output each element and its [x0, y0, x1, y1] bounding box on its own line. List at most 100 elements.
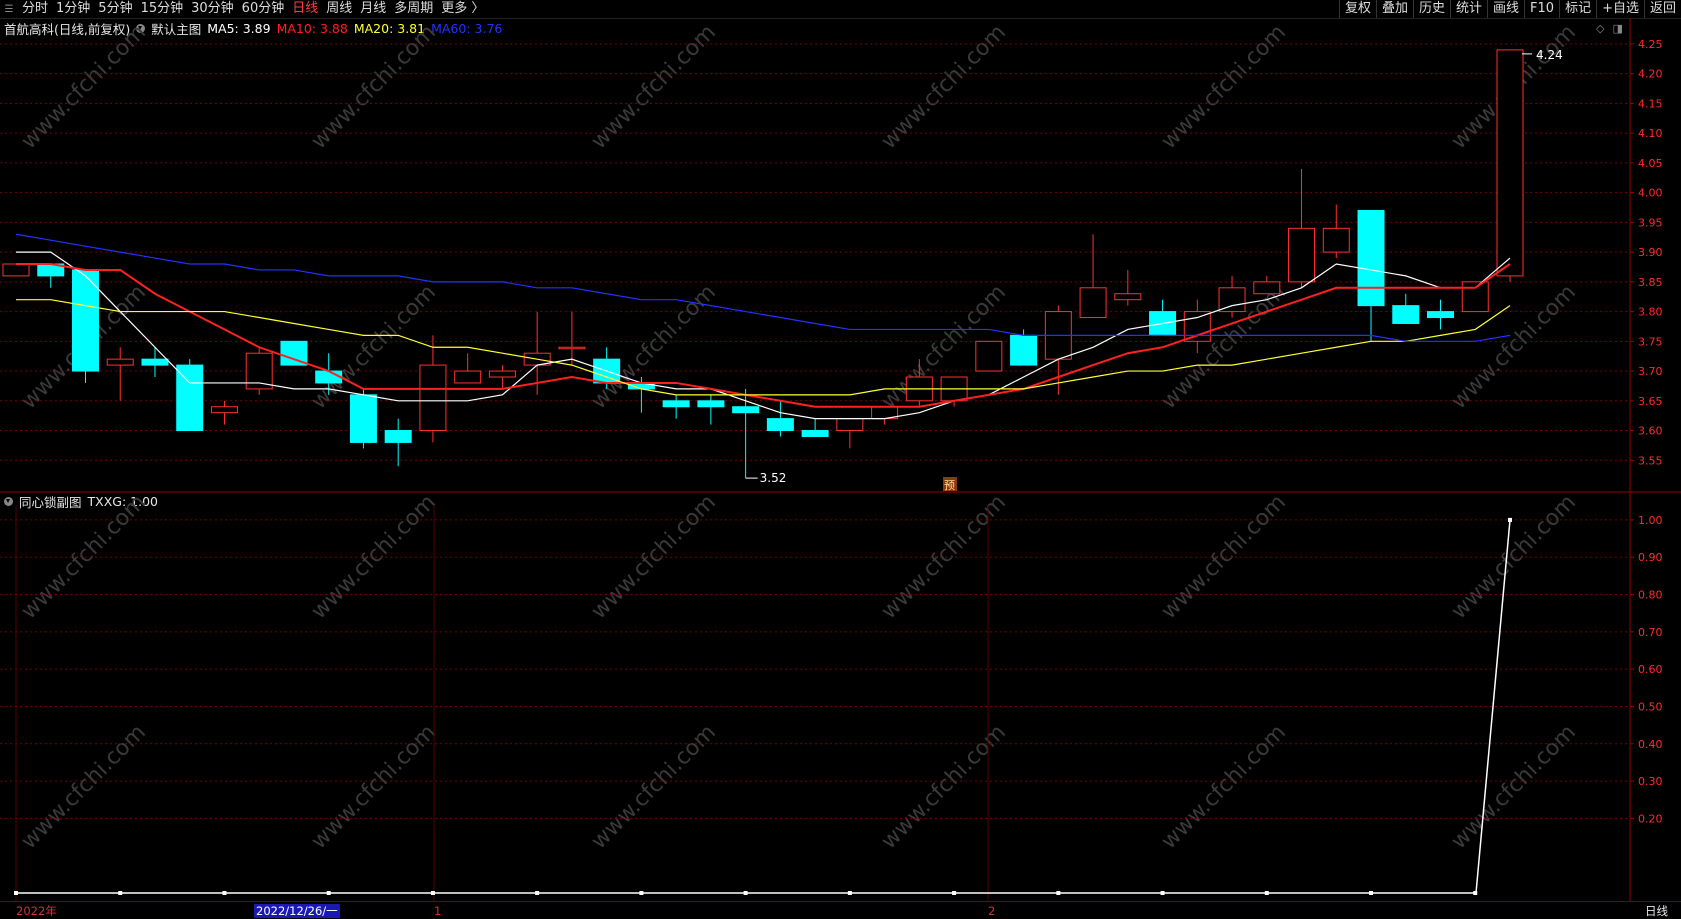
sub-tick-label: 0.70 — [1638, 626, 1663, 639]
candle-body — [1079, 287, 1107, 319]
toolbar-button[interactable]: +自选 — [1596, 0, 1644, 18]
watermark-text: www.cfchi.com — [1157, 490, 1291, 624]
ma-line-ma10 — [16, 263, 1511, 408]
ma20-value: MA20: 3.81 — [353, 20, 426, 36]
period-tab[interactable]: 1分钟 — [52, 0, 94, 18]
txxg-marker — [1264, 891, 1269, 895]
txxg-marker — [1160, 891, 1165, 895]
candle-body — [1149, 311, 1177, 336]
candle-body — [1183, 311, 1211, 342]
toolbar-actions: 复权 叠加 历史 统计 画线 F10 标记 +自选 返回 — [1338, 0, 1681, 18]
price-tick-label: 4.05 — [1638, 157, 1663, 170]
forecast-badge — [943, 477, 957, 491]
watermark-text: www.cfchi.com — [17, 280, 151, 414]
ma-line-ma60 — [15, 233, 1511, 342]
watermark-text: www.cfchi.com — [307, 20, 441, 154]
candle-body — [176, 364, 204, 432]
toolbar-button[interactable]: 标记 — [1559, 0, 1596, 18]
sub-indicator-dropdown-icon[interactable] — [4, 496, 13, 506]
txxg-marker — [535, 891, 540, 895]
watermark-text: www.cfchi.com — [877, 20, 1011, 154]
stock-title: 首航高科(日线,前复权) — [4, 21, 131, 37]
sub-tick-label: 0.40 — [1638, 738, 1663, 751]
price-tick-label: 3.55 — [1638, 454, 1663, 467]
period-tab[interactable]: 日线 — [288, 0, 322, 18]
candle-body — [210, 406, 238, 414]
candle-body — [71, 269, 99, 372]
txxg-marker — [743, 891, 748, 895]
candle-body — [1114, 293, 1142, 301]
candle-body — [488, 370, 516, 378]
watermark-text: www.cfchi.com — [1447, 720, 1581, 854]
toolbar-button[interactable]: 画线 — [1487, 0, 1524, 18]
txxg-marker — [118, 891, 123, 895]
candle-body — [1044, 311, 1072, 360]
candle-body — [1218, 287, 1246, 313]
chart-canvas: www.cfchi.com www.cfchi.com www.cfchi.com w… — [0, 18, 1681, 901]
candle-body — [280, 340, 308, 366]
txxg-marker — [847, 891, 852, 895]
toolbar-button[interactable]: 统计 — [1450, 0, 1487, 18]
menu-icon[interactable]: ☰ — [0, 0, 18, 18]
period-toolbar: ☰ 分时 1分钟 5分钟 15分钟 30分钟 60分钟 日线 周线 月线 多周期 更多 〉 复权 叠加… — [0, 0, 1681, 19]
candle-body — [975, 340, 1003, 372]
toolbar-button[interactable]: 复权 — [1338, 0, 1376, 18]
date-axis: 2022年 2022/12/26/一 1 2 日线 — [0, 901, 1681, 919]
price-tick-label: 4.25 — [1638, 38, 1663, 51]
candle-body — [558, 346, 586, 350]
watermark-text: www.cfchi.com — [307, 280, 441, 414]
watermark-text: www.cfchi.com — [1157, 280, 1291, 414]
diamond-icon[interactable]: ◇ — [1596, 22, 1604, 35]
period-tab[interactable]: 月线 — [356, 0, 390, 18]
period-tab[interactable]: 5分钟 — [94, 0, 136, 18]
indicator-dropdown-icon[interactable] — [136, 23, 146, 33]
sub-indicator-name[interactable]: 同心锁副图 — [19, 492, 82, 511]
watermark-text: www.cfchi.com — [877, 490, 1011, 624]
candle-body — [523, 352, 551, 366]
period-tab[interactable]: 15分钟 — [137, 0, 188, 18]
txxg-marker — [1508, 517, 1512, 522]
period-tab[interactable]: 多周期 — [390, 0, 437, 18]
candle-body — [836, 418, 864, 432]
txxg-marker — [1056, 891, 1061, 895]
txxg-marker — [1369, 891, 1374, 895]
txxg-line — [16, 519, 1511, 894]
sub-tick-label: 0.20 — [1638, 812, 1663, 825]
window-toggle-icon[interactable]: ◨ — [1612, 22, 1622, 35]
candle-body — [245, 352, 273, 390]
date-label-year: 2022年 — [16, 904, 57, 918]
period-corner-label[interactable]: 日线 — [1645, 904, 1668, 918]
txxg-marker — [430, 891, 435, 895]
watermark-text: www.cfchi.com — [307, 720, 441, 854]
watermark-text: www.cfchi.com — [1447, 280, 1581, 414]
period-tab[interactable]: 30分钟 — [187, 0, 238, 18]
candle-body — [419, 364, 447, 432]
period-tab[interactable]: 更多 〉 — [437, 0, 488, 18]
candle-body — [662, 400, 690, 408]
watermark-text: www.cfchi.com — [17, 20, 151, 154]
candle-body — [1010, 334, 1038, 366]
period-tab[interactable]: 60分钟 — [238, 0, 289, 18]
candle-body — [871, 406, 899, 420]
candle-body — [315, 370, 343, 384]
sub-tick-label: 0.90 — [1638, 551, 1663, 564]
indicator-name[interactable]: 默认主图 — [151, 19, 201, 38]
chart-window-controls: ◇ ◨ — [1596, 22, 1623, 35]
candle-body — [106, 358, 134, 366]
toolbar-button[interactable]: 叠加 — [1375, 0, 1413, 18]
toolbar-button[interactable]: 历史 — [1412, 0, 1450, 18]
toolbar-button[interactable]: 返回 — [1643, 0, 1681, 18]
period-tab[interactable]: 分时 — [18, 0, 52, 18]
candle-body — [1392, 305, 1420, 324]
period-tab[interactable]: 周线 — [322, 0, 356, 18]
price-tick-label: 4.20 — [1638, 68, 1663, 81]
sub-tick-label: 0.60 — [1638, 663, 1663, 676]
toolbar-button[interactable]: F10 — [1524, 0, 1559, 18]
price-tick-label: 3.90 — [1638, 246, 1663, 259]
candle-body — [940, 376, 968, 402]
sub-tick-label: 0.50 — [1638, 700, 1663, 713]
price-tick-label: 4.00 — [1638, 187, 1663, 200]
watermark-text: www.cfchi.com — [877, 280, 1011, 414]
price-tick-label: 3.80 — [1638, 306, 1663, 319]
ma5-value: MA5: 3.89 — [207, 20, 271, 36]
